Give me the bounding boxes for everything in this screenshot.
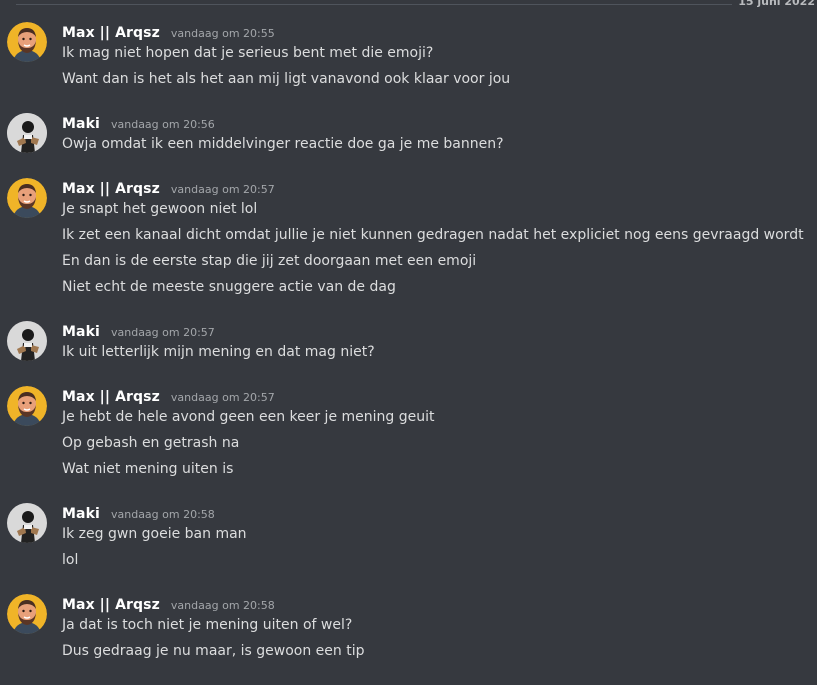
- message-header: Max || Arqsz vandaag om 20:57: [62, 386, 275, 406]
- message-header: Max || Arqsz vandaag om 20:55: [62, 22, 275, 42]
- message-line: Je hebt de hele avond geen een keer je m…: [62, 409, 435, 425]
- username[interactable]: Max || Arqsz: [62, 597, 160, 613]
- timestamp: vandaag om 20:57: [110, 326, 215, 339]
- message-line: Ik zet een kanaal dicht omdat jullie je …: [62, 227, 804, 243]
- message-line: Ja dat is toch niet je mening uiten of w…: [62, 617, 353, 633]
- message-line: Niet echt de meeste snuggere actie van d…: [62, 279, 396, 295]
- message-line: En dan is de eerste stap die jij zet doo…: [62, 253, 477, 269]
- username[interactable]: Maki: [62, 506, 100, 522]
- username[interactable]: Maki: [62, 324, 100, 340]
- avatar-maki[interactable]: [7, 113, 47, 153]
- divider-line: [16, 4, 751, 5]
- avatar-maki-icon: [7, 113, 47, 153]
- timestamp: vandaag om 20:55: [170, 27, 275, 40]
- message-header: Maki vandaag om 20:58: [62, 503, 215, 523]
- avatar-maki[interactable]: [7, 321, 47, 361]
- username[interactable]: Max || Arqsz: [62, 25, 160, 41]
- message-line: Op gebash en getrash na: [62, 435, 240, 451]
- message-header: Maki vandaag om 20:56: [62, 113, 215, 133]
- username[interactable]: Max || Arqsz: [62, 181, 160, 197]
- timestamp: vandaag om 20:56: [110, 118, 215, 131]
- timestamp: vandaag om 20:58: [170, 599, 275, 612]
- username[interactable]: Max || Arqsz: [62, 389, 160, 405]
- timestamp: vandaag om 20:58: [110, 508, 215, 521]
- message-line: Owja omdat ik een middelvinger reactie d…: [62, 136, 504, 152]
- message-line: Wat niet mening uiten is: [62, 461, 234, 477]
- avatar-max[interactable]: [7, 22, 47, 62]
- avatar-max-icon: [7, 178, 47, 218]
- message-line: lol: [62, 552, 79, 568]
- timestamp: vandaag om 20:57: [170, 391, 275, 404]
- avatar-max-icon: [7, 22, 47, 62]
- message-line: Ik mag niet hopen dat je serieus bent me…: [62, 45, 434, 61]
- username[interactable]: Maki: [62, 116, 100, 132]
- avatar-max[interactable]: [7, 594, 47, 634]
- divider-date: 15 juni 2022: [732, 0, 817, 8]
- message-line: Je snapt het gewoon niet lol: [62, 201, 258, 217]
- avatar-max-icon: [7, 594, 47, 634]
- date-divider: 15 juni 2022: [0, 0, 817, 12]
- message-line: Ik uit letterlijk mijn mening en dat mag…: [62, 344, 375, 360]
- message-line: Ik zeg gwn goeie ban man: [62, 526, 247, 542]
- message-header: Maki vandaag om 20:57: [62, 321, 215, 341]
- avatar-maki-icon: [7, 503, 47, 543]
- avatar-max[interactable]: [7, 386, 47, 426]
- chat-message-list: 15 juni 2022 Max || Arqsz vandaag om 20:…: [0, 0, 817, 685]
- avatar-maki[interactable]: [7, 503, 47, 543]
- avatar-max-icon: [7, 386, 47, 426]
- avatar-maki-icon: [7, 321, 47, 361]
- message-header: Max || Arqsz vandaag om 20:58: [62, 594, 275, 614]
- message-line: Dus gedraag je nu maar, is gewoon een ti…: [62, 643, 365, 659]
- message-line: Want dan is het als het aan mij ligt van…: [62, 71, 511, 87]
- message-header: Max || Arqsz vandaag om 20:57: [62, 178, 275, 198]
- timestamp: vandaag om 20:57: [170, 183, 275, 196]
- avatar-max[interactable]: [7, 178, 47, 218]
